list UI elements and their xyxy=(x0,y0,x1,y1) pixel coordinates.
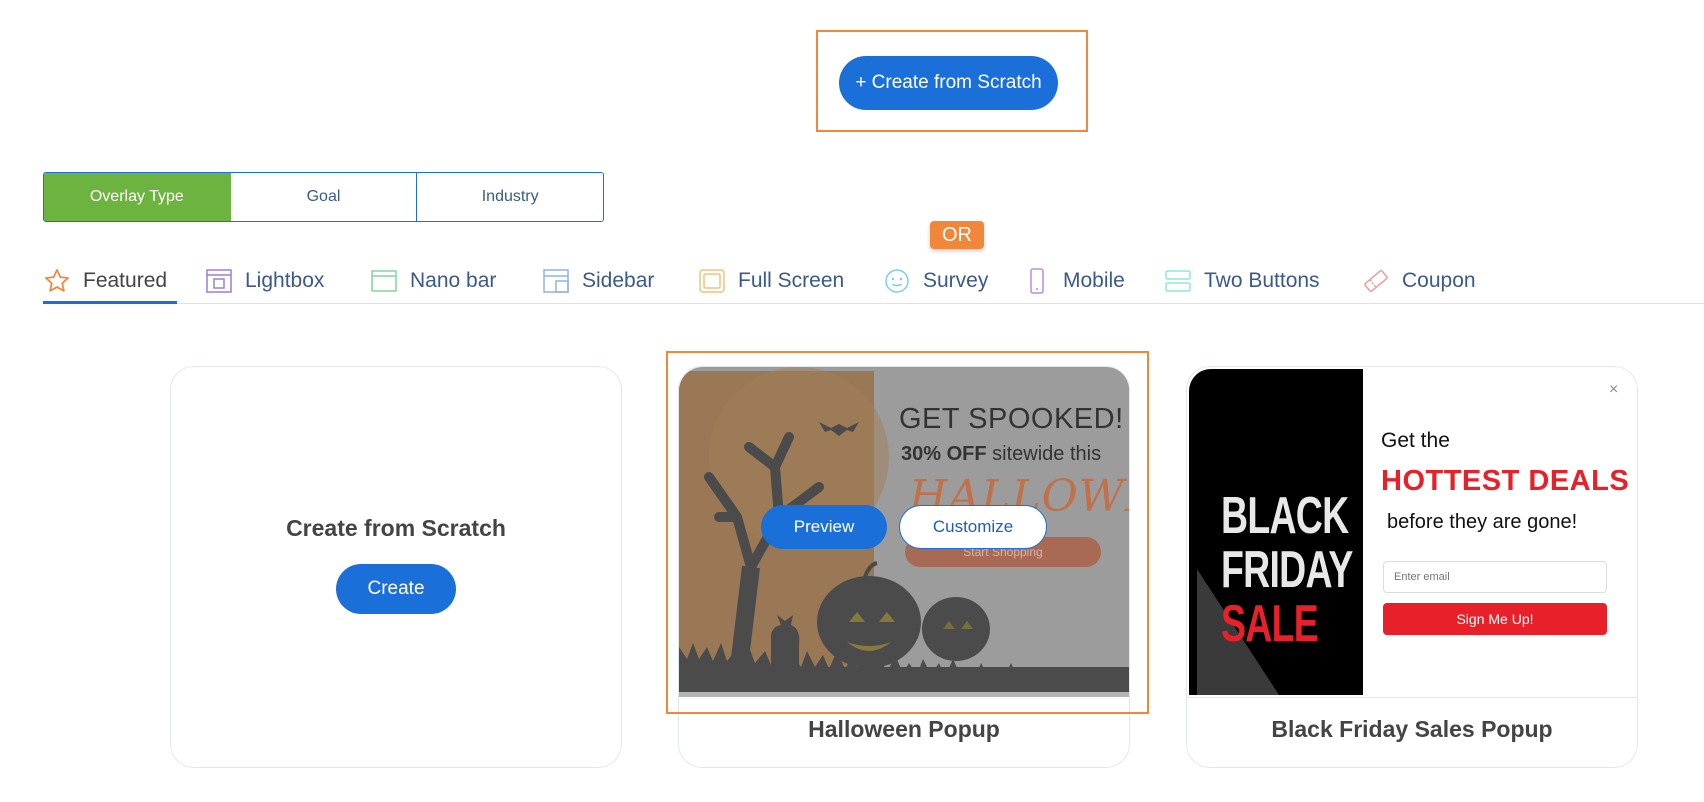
full-screen-icon xyxy=(698,267,726,295)
tab-two-buttons[interactable]: Two Buttons xyxy=(1164,258,1320,304)
bf-get-the: Get the xyxy=(1381,429,1450,452)
tab-label: Full Screen xyxy=(738,269,845,292)
lightbox-icon xyxy=(205,267,233,295)
two-buttons-icon xyxy=(1164,267,1192,295)
tab-label: Mobile xyxy=(1063,269,1125,292)
tab-survey[interactable]: Survey xyxy=(883,258,988,304)
survey-icon xyxy=(883,267,911,295)
segment-industry[interactable]: Industry xyxy=(417,173,603,221)
black-friday-preview-image: BLACK FRIDAY SALE × Get the HOTTEST DEAL… xyxy=(1187,367,1637,698)
overlay-type-tabs: Featured Lightbox Nano bar Sidebar Full … xyxy=(43,258,1704,304)
tab-featured[interactable]: Featured xyxy=(43,258,177,304)
segment-goal[interactable]: Goal xyxy=(230,173,418,221)
or-badge: OR xyxy=(930,221,984,249)
tab-label: Two Buttons xyxy=(1204,269,1320,292)
tab-label: Survey xyxy=(923,269,989,292)
create-button[interactable]: Create xyxy=(336,564,456,614)
tab-label: Lightbox xyxy=(245,269,325,292)
template-gallery-page: + Create from Scratch Overlay Type Goal … xyxy=(0,0,1704,802)
sidebar-icon xyxy=(542,267,570,295)
card-title: Black Friday Sales Popup xyxy=(1271,716,1553,742)
halloween-highlight-frame xyxy=(666,351,1149,714)
tab-lightbox[interactable]: Lightbox xyxy=(205,258,324,304)
nano-bar-icon xyxy=(370,267,398,295)
bf-hottest-deals: HOTTEST DEALS xyxy=(1381,465,1630,497)
black-friday-banner: BLACK FRIDAY SALE xyxy=(1189,369,1363,695)
email-field xyxy=(1383,561,1607,593)
tab-full-screen[interactable]: Full Screen xyxy=(698,258,844,304)
tab-label: Coupon xyxy=(1402,269,1476,292)
tab-sidebar[interactable]: Sidebar xyxy=(542,258,654,304)
active-tab-indicator xyxy=(43,301,177,304)
tab-label: Nano bar xyxy=(410,269,497,292)
card-title: Create from Scratch xyxy=(286,515,506,541)
tab-mobile[interactable]: Mobile xyxy=(1023,258,1125,304)
tab-coupon[interactable]: Coupon xyxy=(1362,258,1476,304)
black-friday-popup-card[interactable]: BLACK FRIDAY SALE × Get the HOTTEST DEAL… xyxy=(1186,366,1638,768)
sign-me-up-button: Sign Me Up! xyxy=(1383,603,1607,635)
close-icon: × xyxy=(1609,381,1619,398)
black-friday-text: BLACK FRIDAY SALE xyxy=(1221,487,1353,653)
create-from-scratch-card: Create from Scratch Create xyxy=(170,366,622,768)
mobile-icon xyxy=(1023,267,1051,295)
create-from-scratch-button[interactable]: + Create from Scratch xyxy=(839,56,1058,110)
bf-before-gone: before they are gone! xyxy=(1387,511,1578,533)
divider xyxy=(1187,697,1637,698)
segment-overlay-type[interactable]: Overlay Type xyxy=(44,173,231,221)
tab-label: Sidebar xyxy=(582,269,655,292)
coupon-icon xyxy=(1362,267,1390,295)
star-icon xyxy=(43,267,71,295)
tab-label: Featured xyxy=(83,269,168,292)
card-title: Halloween Popup xyxy=(808,716,1000,742)
filter-segmented-control: Overlay Type Goal Industry xyxy=(43,172,604,222)
tab-nano-bar[interactable]: Nano bar xyxy=(370,258,496,304)
